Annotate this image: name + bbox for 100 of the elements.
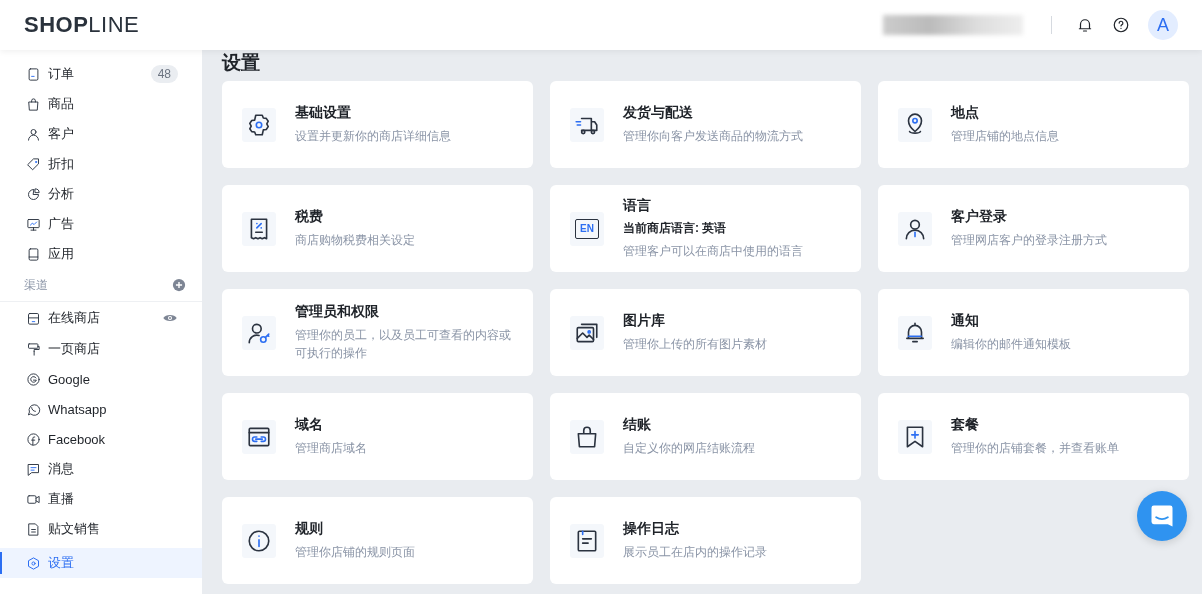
chat-button[interactable] bbox=[1137, 491, 1187, 541]
person-icon bbox=[26, 126, 41, 142]
sidebar-label: Facebook bbox=[48, 431, 107, 447]
sidebar-item[interactable]: 消息 bbox=[0, 454, 202, 484]
sidebar-item[interactable]: 商品 bbox=[0, 89, 202, 119]
add-icon[interactable] bbox=[172, 278, 186, 292]
settings-card[interactable]: EN 语言 当前商店语言: 英语 管理客户可以在商店中使用的语言 bbox=[550, 185, 861, 272]
card-description: 管理你店铺的规则页面 bbox=[295, 544, 416, 561]
card-description: 自定义你的网店结账流程 bbox=[623, 440, 756, 457]
logo[interactable]: SHOPLINE bbox=[24, 12, 140, 38]
settings-card[interactable]: 图片库 管理你上传的所有图片素材 bbox=[550, 289, 861, 376]
sidebar-label: 广告 bbox=[48, 215, 75, 233]
settings-card[interactable]: 管理员和权限 管理你的员工，以及员工可查看的内容或可执行的操作 bbox=[222, 289, 533, 376]
gear-icon bbox=[246, 111, 272, 138]
facebook-icon bbox=[26, 431, 41, 447]
card-description: 管理客户可以在商店中使用的语言 bbox=[623, 243, 804, 260]
card-description: 编辑你的邮件通知模板 bbox=[951, 336, 1072, 353]
tag-icon bbox=[26, 156, 41, 172]
card-description: 管理你的员工，以及员工可查看的内容或可执行的操作 bbox=[295, 327, 512, 362]
settings-card[interactable]: 套餐 管理你的店铺套餐，并查看账单 bbox=[878, 393, 1189, 480]
paint-roller-icon bbox=[26, 341, 41, 357]
page-title: 设置 bbox=[222, 54, 261, 72]
card-title: 操作日志 bbox=[623, 520, 680, 538]
monitor-icon bbox=[26, 216, 41, 232]
tablet-icon bbox=[26, 246, 41, 262]
sidebar-item[interactable]: Whatsapp bbox=[0, 394, 202, 424]
sidebar-item[interactable]: 订单 48 bbox=[0, 59, 202, 89]
sidebar-item[interactable]: 设置 bbox=[0, 548, 202, 578]
sidebar-label: 一页商店 bbox=[48, 340, 101, 358]
info-icon bbox=[246, 527, 272, 554]
sidebar-item[interactable]: 分析 bbox=[0, 179, 202, 209]
settings-card[interactable]: 结账 自定义你的网店结账流程 bbox=[550, 393, 861, 480]
card-description: 管理网店客户的登录注册方式 bbox=[951, 232, 1108, 249]
card-description: 管理你上传的所有图片素材 bbox=[623, 336, 768, 353]
card-description: 商店购物税费相关设定 bbox=[295, 232, 416, 249]
settings-card[interactable]: 发货与配送 管理你向客户发送商品的物流方式 bbox=[550, 81, 861, 168]
sidebar-label: 在线商店 bbox=[48, 309, 101, 327]
sidebar-item[interactable]: 折扣 bbox=[0, 149, 202, 179]
card-title: 客户登录 bbox=[951, 208, 1008, 226]
card-description: 设置并更新你的商店详细信息 bbox=[295, 128, 452, 145]
settings-card[interactable]: 规则 管理你店铺的规则页面 bbox=[222, 497, 533, 584]
help-icon[interactable] bbox=[1112, 16, 1130, 34]
sidebar-item[interactable]: 应用 bbox=[0, 239, 202, 269]
notification-icon[interactable] bbox=[1076, 16, 1094, 34]
sidebar-label: 商品 bbox=[48, 95, 75, 113]
settings-card[interactable]: 基础设置 设置并更新你的商店详细信息 bbox=[222, 81, 533, 168]
sidebar-label: Google bbox=[48, 371, 91, 387]
card-title: 管理员和权限 bbox=[295, 303, 380, 321]
card-title: 规则 bbox=[295, 520, 324, 538]
card-description: 管理商店域名 bbox=[295, 440, 368, 457]
sidebar-label: 应用 bbox=[48, 245, 75, 263]
settings-card[interactable]: 税费 商店购物税费相关设定 bbox=[222, 185, 533, 272]
sidebar-item[interactable]: 广告 bbox=[0, 209, 202, 239]
sidebar-label: Whatsapp bbox=[48, 401, 108, 417]
sidebar-item[interactable]: 在线商店 bbox=[0, 301, 202, 334]
chat-bubble-icon bbox=[26, 401, 41, 417]
card-title: 地点 bbox=[951, 104, 980, 122]
card-title: 域名 bbox=[295, 416, 324, 434]
document-icon bbox=[26, 521, 41, 537]
section-heading: 渠道 bbox=[24, 276, 48, 294]
sidebar-label: 设置 bbox=[48, 554, 75, 572]
avatar[interactable]: A bbox=[1148, 10, 1178, 40]
card-title: 税费 bbox=[295, 208, 324, 226]
storefront-icon bbox=[26, 310, 41, 326]
card-title: 语言 bbox=[623, 197, 652, 215]
card-title: 通知 bbox=[951, 312, 980, 330]
settings-card[interactable]: 地点 管理店铺的地点信息 bbox=[878, 81, 1189, 168]
sidebar-label: 消息 bbox=[48, 460, 75, 478]
hexagon-icon bbox=[26, 555, 41, 571]
document-icon bbox=[26, 66, 41, 82]
card-title: 图片库 bbox=[623, 312, 666, 330]
settings-card[interactable]: 通知 编辑你的邮件通知模板 bbox=[878, 289, 1189, 376]
sidebar-item[interactable]: Facebook bbox=[0, 424, 202, 454]
shopping-bag-icon bbox=[26, 96, 41, 112]
sidebar-item[interactable]: 客户 bbox=[0, 119, 202, 149]
settings-card[interactable]: 操作日志 展示员工在店内的操作记录 bbox=[550, 497, 861, 584]
language-icon: EN bbox=[575, 218, 599, 239]
sidebar-item[interactable]: 一页商店 bbox=[0, 334, 202, 364]
card-description: 管理你的店铺套餐，并查看账单 bbox=[951, 440, 1120, 457]
card-title: 发货与配送 bbox=[623, 104, 694, 122]
google-icon bbox=[26, 371, 41, 387]
count-badge: 48 bbox=[150, 65, 178, 83]
card-title: 基础设置 bbox=[295, 104, 352, 122]
sidebar-item[interactable]: Google bbox=[0, 364, 202, 394]
sidebar-label: 折扣 bbox=[48, 155, 75, 173]
sidebar-label: 订单 bbox=[48, 65, 75, 83]
sidebar-label: 直播 bbox=[48, 490, 75, 508]
sidebar-item[interactable]: 直播 bbox=[0, 484, 202, 514]
card-description: 展示员工在店内的操作记录 bbox=[623, 544, 768, 561]
settings-card[interactable]: 客户登录 管理网店客户的登录注册方式 bbox=[878, 185, 1189, 272]
sidebar-label: 客户 bbox=[48, 125, 75, 143]
card-description: 管理你向客户发送商品的物流方式 bbox=[623, 128, 804, 145]
settings-card[interactable]: 域名 管理商店域名 bbox=[222, 393, 533, 480]
message-icon bbox=[26, 461, 41, 477]
pie-chart-icon bbox=[26, 186, 41, 202]
card-description: 管理店铺的地点信息 bbox=[951, 128, 1060, 145]
sidebar-label: 贴文销售 bbox=[48, 520, 101, 538]
card-subtitle: 当前商店语言: 英语 bbox=[623, 220, 728, 237]
sidebar-item[interactable]: 贴文销售 bbox=[0, 514, 202, 544]
card-title: 结账 bbox=[623, 416, 652, 434]
